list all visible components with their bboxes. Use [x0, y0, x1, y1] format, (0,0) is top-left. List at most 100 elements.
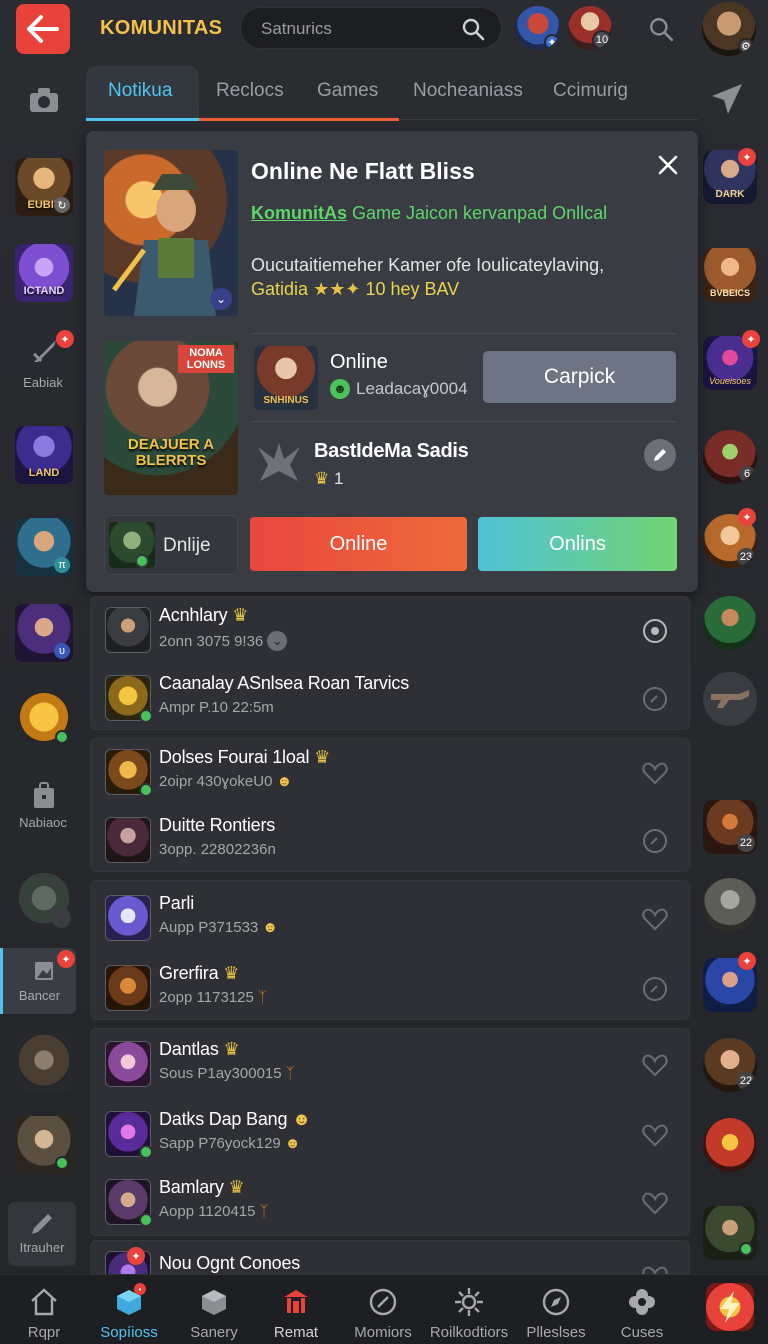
radio-icon[interactable] [641, 617, 669, 645]
rail-game-tile[interactable] [703, 1206, 757, 1260]
heart-icon[interactable] [641, 1121, 669, 1149]
search-bar[interactable] [240, 7, 502, 49]
smile-emoji-icon: ☻ [292, 1109, 311, 1129]
online-button-green[interactable]: Onlins [478, 517, 677, 571]
divider [251, 421, 676, 422]
poster-title: DEAJUER A BLERRTS [127, 436, 215, 469]
heart-icon[interactable] [641, 1189, 669, 1217]
tile-caption: Voueisoes [709, 376, 751, 386]
mini-status: ☻ Leadacaɣ0004 [330, 379, 468, 399]
right-rail: DARK ✦ BVBEICS Voueisoes ✦ 6 23 ✦ 22 ✦ 2… [698, 58, 768, 1274]
carpick-button[interactable]: Carpick [483, 351, 676, 403]
rail-avatar[interactable] [703, 672, 757, 726]
rail-avatar[interactable] [703, 878, 757, 932]
nav-sopiioss[interactable]: • Sopíioss [88, 1275, 170, 1344]
notification-badge: ✦ [127, 1247, 145, 1265]
bag-icon[interactable] [32, 782, 56, 810]
box-icon [202, 1290, 226, 1315]
send-icon[interactable] [710, 82, 744, 116]
rail-label-nabiaoc[interactable]: Nabiaoc [0, 815, 86, 830]
nav-plleslses[interactable]: Plleslses [514, 1275, 598, 1344]
list-item[interactable]: Grerfira ♛ 2opp 1173125 ᛉ [105, 961, 685, 1021]
heart-icon[interactable] [641, 1051, 669, 1079]
hero-game-art[interactable]: ⌄ [104, 150, 238, 316]
chevron-down-icon[interactable]: ⌄ [210, 288, 232, 310]
close-icon[interactable] [654, 151, 682, 179]
crown-emoji-icon: ♛ [223, 1039, 240, 1059]
rail-game-tile[interactable]: ICTAND [15, 244, 73, 302]
list-item[interactable]: Acnhlary ♛ 2onn 3075 9!36 ⌄ [105, 603, 685, 663]
rail-game-tile[interactable]: EUBIL ↻ [15, 158, 73, 216]
rail-avatar[interactable]: 6 [703, 430, 757, 484]
tab-ccimurig[interactable]: Ccimurig [553, 80, 628, 102]
app-logo[interactable] [706, 1283, 754, 1331]
rail-item-itrauher[interactable]: Itrauher [8, 1202, 76, 1266]
heart-icon[interactable] [641, 759, 669, 787]
heart-icon[interactable] [641, 1263, 669, 1274]
friend-group: ✦ Nou Ognt Conoes [90, 1240, 690, 1274]
rail-avatar[interactable] [703, 1118, 757, 1172]
rail-game-tile[interactable] [15, 1034, 73, 1092]
nav-roilkodtiors[interactable]: Roilkodtiors [426, 1275, 512, 1344]
rail-label-itrauher: Itrauher [19, 1240, 65, 1255]
profile-avatar[interactable]: ⚙ [702, 2, 756, 56]
list-item[interactable]: Datks Dap Bang ☻ Sapp P76yock129 ☻ [105, 1107, 685, 1167]
rail-game-tile[interactable]: 22 [703, 800, 757, 854]
rail-game-tile[interactable]: BVBEICS [703, 248, 757, 302]
rail-label-eabiak[interactable]: Eabiak [0, 375, 86, 390]
list-item[interactable]: Parli Aupp P371533 ☻ [105, 891, 685, 951]
online-button-red[interactable]: Online [250, 517, 467, 571]
rail-avatar[interactable]: 22 [703, 1038, 757, 1092]
brand-title: KOMUNITAS [100, 17, 223, 39]
online-dot [55, 730, 69, 744]
search-input[interactable] [261, 18, 451, 40]
camera-icon[interactable] [28, 86, 60, 114]
list-item[interactable]: Bamlary ♛ Aopp 1120415 ᛉ [105, 1175, 685, 1235]
rail-game-tile[interactable]: υ [15, 604, 73, 662]
list-item[interactable]: Dolses Fourai 1loal ♛ 2oipr 430ɣokeU0 ☻ [105, 745, 685, 805]
edit-button[interactable] [644, 439, 676, 471]
card-subtitle: KomunitAs Game Jaicon kervanpad Onllcal [251, 203, 608, 223]
nav-rqpr[interactable]: Rqpr [4, 1275, 84, 1344]
nav-sanery[interactable]: Sanery [174, 1275, 254, 1344]
nav-momiors[interactable]: Momiors [340, 1275, 426, 1344]
clock-icon[interactable] [641, 827, 669, 855]
flower-icon [629, 1289, 655, 1315]
rail-game-tile[interactable]: LAND [15, 426, 73, 484]
nav-remat[interactable]: Remat [256, 1275, 336, 1344]
header-avatar-1[interactable]: ✦ [516, 6, 560, 50]
rail-avatar[interactable] [703, 596, 757, 650]
dragon-icon [258, 443, 300, 481]
tab-notikua[interactable]: Notikua [108, 80, 172, 102]
nav-cuses[interactable]: Cuses [600, 1275, 684, 1344]
rail-game-tile[interactable] [15, 1116, 73, 1174]
friend-name: Bamlary ♛ [159, 1177, 245, 1197]
community-link[interactable]: KomunitAs [251, 203, 347, 223]
tab-games[interactable]: Games [317, 80, 378, 102]
list-item[interactable]: Duitte Rontiers 3opp. 22802236n [105, 813, 685, 873]
rail-game-tile[interactable] [15, 688, 73, 746]
search-icon[interactable] [648, 16, 674, 42]
game-poster[interactable]: NOMA LONNS DEAJUER A BLERRTS [104, 341, 238, 495]
tab-reclocs[interactable]: Reclocs [216, 80, 284, 102]
clock-icon[interactable] [641, 685, 669, 713]
tile-caption: LAND [28, 467, 60, 479]
rail-game-tile[interactable]: π [15, 518, 73, 576]
rail-item-bancer[interactable]: ✦ Bancer [0, 948, 76, 1014]
rail-game-tile[interactable] [15, 872, 73, 930]
heart-icon[interactable] [641, 905, 669, 933]
back-button[interactable] [16, 4, 70, 54]
mini-game-avatar[interactable]: SNHINUS [254, 346, 318, 410]
list-item[interactable]: Dantlas ♛ Sous P1ay300015 ᛉ [105, 1037, 685, 1097]
list-item[interactable]: ✦ Nou Ognt Conoes [105, 1247, 685, 1274]
list-item[interactable]: Caanalay ASnlsea Roan Tarvics Ampr P.10 … [105, 671, 685, 731]
tab-nocheaniass[interactable]: Nocheaniass [413, 80, 523, 102]
search-icon[interactable] [461, 17, 485, 41]
community-card: ⌄ Online Ne Flatt Bliss KomunitAs Game J… [86, 131, 698, 592]
online-user-chip[interactable]: Dnlije [104, 515, 238, 575]
card-description: Oucutaitiemeher Kamer ofe Ioulicateylavi… [251, 255, 605, 275]
friend-meta: 2onn 3075 9!36 ⌄ [159, 631, 288, 651]
header-avatar-2[interactable]: 10 [568, 6, 612, 50]
clock-icon[interactable] [641, 975, 669, 1003]
rail-label-bancer: Bancer [18, 988, 61, 1003]
